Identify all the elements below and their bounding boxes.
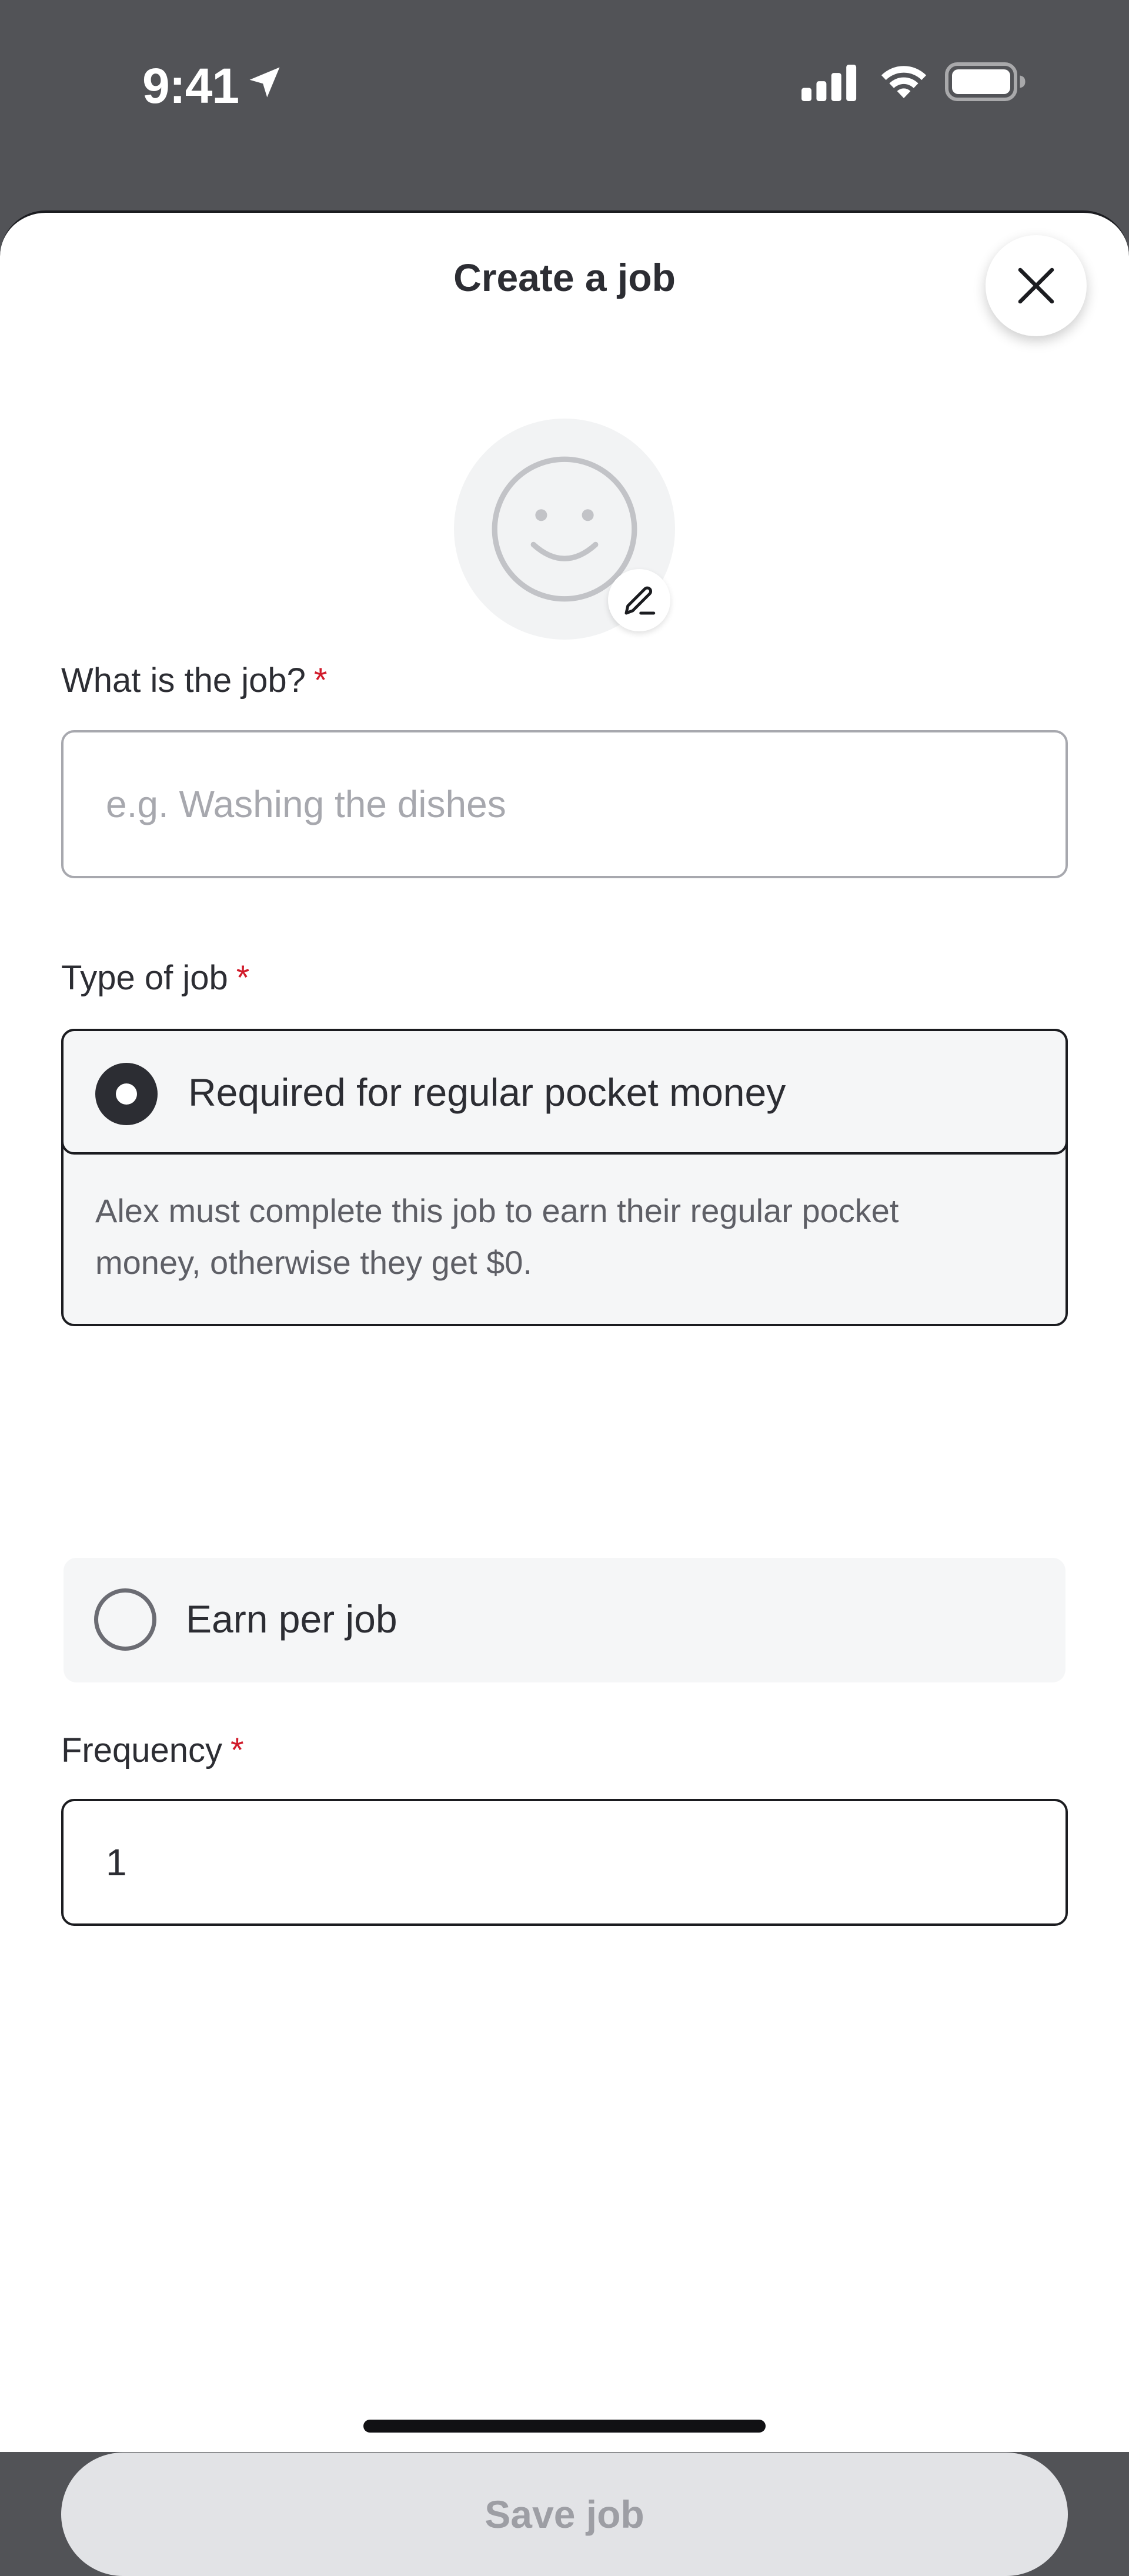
battery-icon <box>945 62 1026 101</box>
frequency-label: Frequency * <box>61 1731 244 1770</box>
status-bar: 9:41 <box>0 0 1129 212</box>
wifi-icon <box>881 66 927 98</box>
job-name-label: What is the job? * <box>61 661 327 700</box>
sheet-title: Create a job <box>453 256 676 299</box>
option-required-header[interactable]: Required for regular pocket money <box>61 1029 1068 1155</box>
save-job-button[interactable]: Save job <box>61 2453 1068 2576</box>
job-type-label-text: Type of job <box>61 959 228 997</box>
job-icon-picker[interactable] <box>454 419 675 640</box>
required-marker: * <box>231 1731 244 1769</box>
required-marker: * <box>236 959 250 997</box>
location-arrow-icon <box>249 67 280 98</box>
home-indicator <box>363 2420 766 2433</box>
job-name-input[interactable] <box>61 730 1068 878</box>
frequency-label-text: Frequency <box>61 1731 223 1769</box>
job-type-label: Type of job * <box>61 958 249 998</box>
cellular-signal-icon <box>801 65 857 101</box>
option-required-pocket-money[interactable]: Required for regular pocket money Alex m… <box>61 1029 1068 1326</box>
create-job-sheet: Create a job What is the job?* Type of j… <box>0 210 1129 2576</box>
option-required-description: Alex must complete this job to earn thei… <box>95 1192 899 1281</box>
required-marker: * <box>313 661 328 700</box>
status-time: 9:41 <box>142 58 239 113</box>
radio-selected[interactable] <box>95 1063 158 1125</box>
pencil-edit-icon <box>624 586 656 615</box>
close-icon <box>1018 267 1054 304</box>
radio-unselected[interactable] <box>94 1588 156 1651</box>
edit-icon-button[interactable] <box>608 569 670 631</box>
option-earn-label: Earn per job <box>186 1597 398 1641</box>
job-name-label-text: What is the job? <box>61 661 306 700</box>
option-earn-per-job[interactable]: Earn per job <box>64 1558 1065 1682</box>
option-required-label: Required for regular pocket money <box>188 1070 786 1114</box>
frequency-input[interactable] <box>61 1799 1068 1926</box>
close-button[interactable] <box>986 235 1087 336</box>
